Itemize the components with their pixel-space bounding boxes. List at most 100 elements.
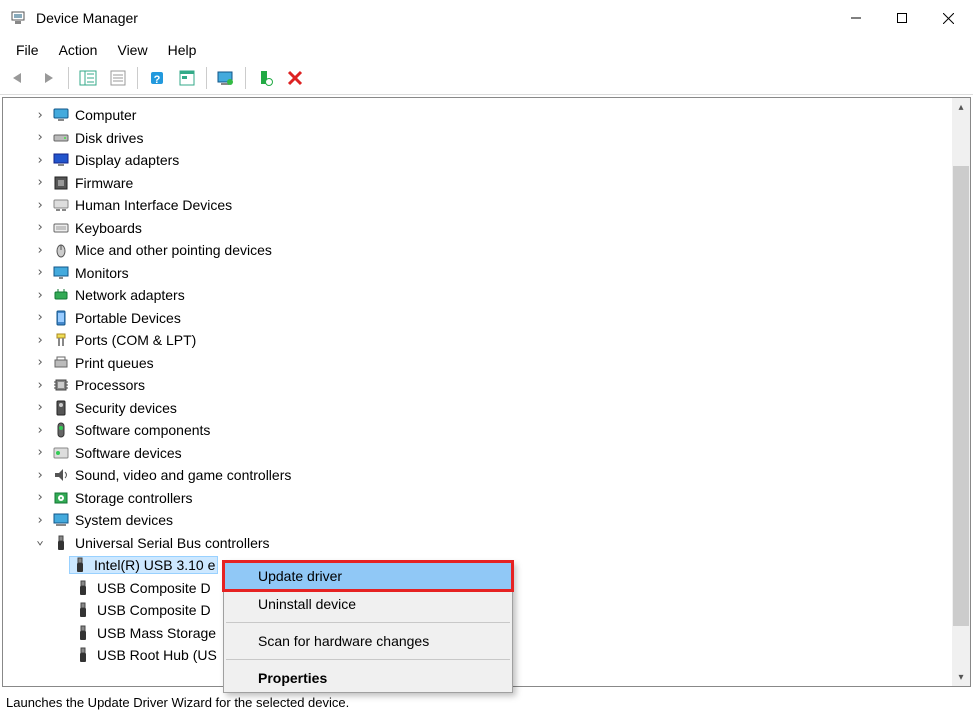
tree-category-label: Mice and other pointing devices bbox=[75, 242, 272, 258]
tree-category-label: Sound, video and game controllers bbox=[75, 467, 291, 483]
context-menu-item[interactable]: Scan for hardware changes bbox=[224, 627, 512, 655]
tree-category[interactable]: Human Interface Devices bbox=[9, 194, 970, 217]
context-menu-item[interactable]: Update driver bbox=[224, 562, 512, 590]
chevron-right-icon[interactable] bbox=[33, 355, 47, 370]
tree-category[interactable]: Display adapters bbox=[9, 149, 970, 172]
toolbar-separator bbox=[245, 67, 246, 89]
tree-category-label: Universal Serial Bus controllers bbox=[75, 535, 270, 551]
chevron-right-icon[interactable] bbox=[33, 378, 47, 393]
chevron-right-icon[interactable] bbox=[33, 490, 47, 505]
tree-category[interactable]: Firmware bbox=[9, 172, 970, 195]
scroll-down-button[interactable]: ▾ bbox=[952, 668, 970, 686]
chevron-right-icon[interactable] bbox=[33, 400, 47, 415]
tree-category-label: Network adapters bbox=[75, 287, 185, 303]
tree-category-label: Software components bbox=[75, 422, 210, 438]
chevron-right-icon[interactable] bbox=[33, 333, 47, 348]
tree-category[interactable]: Processors bbox=[9, 374, 970, 397]
chevron-right-icon[interactable] bbox=[33, 220, 47, 235]
chevron-right-icon[interactable] bbox=[33, 175, 47, 190]
tree-category[interactable]: Monitors bbox=[9, 262, 970, 285]
tree-category[interactable]: Security devices bbox=[9, 397, 970, 420]
chevron-right-icon[interactable] bbox=[33, 265, 47, 280]
toolbar-properties-button[interactable] bbox=[105, 66, 131, 90]
net-icon bbox=[53, 287, 69, 303]
security-icon bbox=[53, 400, 69, 416]
tree-category[interactable]: Computer bbox=[9, 104, 970, 127]
tree-category[interactable]: Software components bbox=[9, 419, 970, 442]
toolbar-forward-button[interactable] bbox=[36, 66, 62, 90]
tree-category[interactable]: Network adapters bbox=[9, 284, 970, 307]
tree-category[interactable]: Portable Devices bbox=[9, 307, 970, 330]
tree-category[interactable]: Software devices bbox=[9, 442, 970, 465]
toolbar-back-button[interactable] bbox=[6, 66, 32, 90]
toolbar-update-driver-button[interactable] bbox=[213, 66, 239, 90]
tree-category-label: Firmware bbox=[75, 175, 133, 191]
menu-action[interactable]: Action bbox=[51, 40, 106, 60]
tree-category[interactable]: Mice and other pointing devices bbox=[9, 239, 970, 262]
swdev-icon bbox=[53, 445, 69, 461]
tree-category-label: Keyboards bbox=[75, 220, 142, 236]
chevron-right-icon[interactable] bbox=[33, 423, 47, 438]
scroll-thumb[interactable] bbox=[953, 166, 969, 626]
window-title: Device Manager bbox=[36, 10, 833, 26]
tree-category-label: Human Interface Devices bbox=[75, 197, 232, 213]
tree-category-label: Portable Devices bbox=[75, 310, 181, 326]
tree-item-label: USB Root Hub (US bbox=[97, 647, 217, 663]
tree-category[interactable]: Storage controllers bbox=[9, 487, 970, 510]
menu-file[interactable]: File bbox=[8, 40, 47, 60]
tree-category[interactable]: System devices bbox=[9, 509, 970, 532]
tree-category-label: Ports (COM & LPT) bbox=[75, 332, 196, 348]
tree-category[interactable]: Print queues bbox=[9, 352, 970, 375]
close-button[interactable] bbox=[925, 3, 971, 33]
tree-item-label: USB Composite D bbox=[97, 580, 211, 596]
menu-view[interactable]: View bbox=[109, 40, 155, 60]
keyboard-icon bbox=[53, 220, 69, 236]
context-menu-item[interactable]: Properties bbox=[224, 664, 512, 692]
usb-icon bbox=[75, 625, 91, 641]
chevron-right-icon[interactable] bbox=[33, 153, 47, 168]
maximize-button[interactable] bbox=[879, 3, 925, 33]
mouse-icon bbox=[53, 242, 69, 258]
tree-item-label: Intel(R) USB 3.10 e bbox=[94, 557, 215, 573]
chevron-right-icon[interactable] bbox=[33, 468, 47, 483]
chevron-right-icon[interactable] bbox=[33, 445, 47, 460]
toolbar-properties-sheet-button[interactable] bbox=[174, 66, 200, 90]
tree-category-label: Print queues bbox=[75, 355, 154, 371]
vertical-scrollbar[interactable]: ▴ ▾ bbox=[952, 98, 970, 686]
toolbar-separator bbox=[68, 67, 69, 89]
usb-icon bbox=[75, 647, 91, 663]
context-menu: Update driverUninstall device Scan for ha… bbox=[223, 561, 513, 693]
tree-category[interactable]: Disk drives bbox=[9, 127, 970, 150]
tree-category-label: Processors bbox=[75, 377, 145, 393]
statusbar: Launches the Update Driver Wizard for th… bbox=[0, 692, 973, 714]
chevron-right-icon[interactable] bbox=[33, 130, 47, 145]
display-icon bbox=[53, 152, 69, 168]
hid-icon bbox=[53, 197, 69, 213]
toolbar-show-hide-tree-button[interactable] bbox=[75, 66, 101, 90]
chevron-right-icon[interactable] bbox=[33, 513, 47, 528]
tree-category-label: Disk drives bbox=[75, 130, 143, 146]
tree-category[interactable]: Universal Serial Bus controllers bbox=[9, 532, 970, 555]
tree-category[interactable]: Ports (COM & LPT) bbox=[9, 329, 970, 352]
tree-category[interactable]: Keyboards bbox=[9, 217, 970, 240]
toolbar-scan-hardware-button[interactable] bbox=[252, 66, 278, 90]
chevron-right-icon[interactable] bbox=[33, 243, 47, 258]
context-menu-item[interactable]: Uninstall device bbox=[224, 590, 512, 618]
chevron-right-icon[interactable] bbox=[33, 288, 47, 303]
svg-text:?: ? bbox=[154, 74, 161, 86]
tree-item-selected[interactable]: Intel(R) USB 3.10 e bbox=[69, 556, 218, 574]
toolbar-uninstall-button[interactable] bbox=[282, 66, 308, 90]
chevron-right-icon[interactable] bbox=[33, 198, 47, 213]
scroll-up-button[interactable]: ▴ bbox=[952, 98, 970, 116]
menu-help[interactable]: Help bbox=[160, 40, 205, 60]
cpu-icon bbox=[53, 377, 69, 393]
chevron-right-icon[interactable] bbox=[33, 310, 47, 325]
tree-category[interactable]: Sound, video and game controllers bbox=[9, 464, 970, 487]
tree-category-label: Computer bbox=[75, 107, 136, 123]
minimize-button[interactable] bbox=[833, 3, 879, 33]
chevron-right-icon[interactable] bbox=[33, 108, 47, 123]
chevron-down-icon[interactable] bbox=[33, 535, 47, 550]
firmware-icon bbox=[53, 175, 69, 191]
toolbar-separator bbox=[137, 67, 138, 89]
toolbar-help-button[interactable]: ? bbox=[144, 66, 170, 90]
